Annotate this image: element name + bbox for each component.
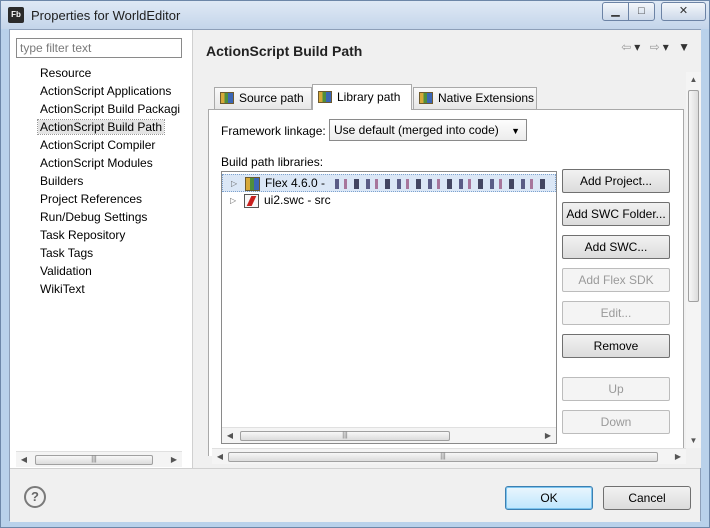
- nav-item-actionscript-modules[interactable]: ActionScript Modules: [10, 154, 192, 172]
- scroll-right-icon[interactable]: ▶: [166, 452, 182, 468]
- nav-item-label: WikiText: [40, 282, 85, 296]
- framework-linkage-value: Use default (merged into code): [334, 123, 499, 137]
- nav-item-label: ActionScript Compiler: [40, 138, 156, 152]
- help-icon[interactable]: ?: [24, 486, 46, 508]
- scroll-left-icon[interactable]: ◀: [212, 449, 228, 465]
- window-title: Properties for WorldEditor: [31, 8, 181, 23]
- property-pages-list: Resource ActionScript Applications Actio…: [10, 64, 192, 298]
- nav-item-actionscript-applications[interactable]: ActionScript Applications: [10, 82, 192, 100]
- tab-label: Native Extensions: [438, 91, 535, 105]
- view-menu-icon[interactable]: ▼: [678, 40, 693, 54]
- tree-item-label: ui2.swc - src: [264, 193, 331, 207]
- scrollbar-thumb[interactable]: [688, 90, 699, 302]
- build-path-libraries-label: Build path libraries:: [221, 155, 324, 169]
- framework-linkage-label: Framework linkage:: [221, 124, 326, 138]
- add-project-button[interactable]: Add Project...: [562, 169, 670, 193]
- nav-item-actionscript-build-packaging[interactable]: ActionScript Build Packagi: [10, 100, 192, 118]
- page-vscrollbar[interactable]: ▲ ▼: [686, 72, 701, 448]
- tab-native-extensions[interactable]: Native Extensions: [413, 87, 537, 109]
- scroll-up-icon[interactable]: ▲: [686, 72, 701, 87]
- up-button[interactable]: Up: [562, 377, 670, 401]
- expand-arrow-icon[interactable]: ▷: [230, 192, 236, 209]
- library-icon: [318, 91, 332, 103]
- cancel-button[interactable]: Cancel: [603, 486, 691, 510]
- page-content-pane: ActionScript Build Path ⇦▾ ⇨▾ ▼ Source p…: [194, 30, 701, 468]
- nav-item-label: Builders: [40, 174, 84, 188]
- nav-item-resource[interactable]: Resource: [10, 64, 192, 82]
- nav-item-builders[interactable]: Builders: [10, 172, 192, 190]
- scroll-down-icon[interactable]: ▼: [686, 433, 701, 448]
- scroll-left-icon[interactable]: ◀: [222, 428, 238, 444]
- nav-item-label: Resource: [40, 66, 92, 80]
- left-pane-hscrollbar[interactable]: ◀ ||| ▶: [16, 451, 182, 467]
- library-icon: [419, 92, 433, 104]
- framework-linkage-select[interactable]: Use default (merged into code) ▼: [329, 119, 527, 141]
- dialog-button-bar: ? OK Cancel: [10, 468, 700, 522]
- nav-item-wikitext[interactable]: WikiText: [10, 280, 192, 298]
- nav-item-validation[interactable]: Validation: [10, 262, 192, 280]
- scrollbar-thumb[interactable]: |||: [240, 431, 450, 441]
- scrollbar-thumb[interactable]: |||: [35, 455, 153, 465]
- library-path-panel: Framework linkage: Use default (merged i…: [208, 109, 684, 456]
- add-swc-button[interactable]: Add SWC...: [562, 235, 670, 259]
- scrollbar-thumb[interactable]: |||: [228, 452, 658, 462]
- tree-item-label: Flex 4.6.0 -: [265, 176, 326, 190]
- page-hscrollbar[interactable]: ◀ ||| ▶: [212, 448, 686, 464]
- page-title: ActionScript Build Path: [206, 43, 363, 59]
- nav-item-label: ActionScript Build Packagi: [40, 102, 181, 116]
- tree-hscrollbar[interactable]: ◀ ||| ▶: [222, 427, 556, 443]
- source-folder-icon: [220, 92, 234, 104]
- add-swc-folder-button[interactable]: Add SWC Folder...: [562, 202, 670, 226]
- nav-item-actionscript-compiler[interactable]: ActionScript Compiler: [10, 136, 192, 154]
- nav-item-label: ActionScript Applications: [40, 84, 172, 98]
- title-bar[interactable]: Fb Properties for WorldEditor ▁ □ ✕: [1, 1, 709, 29]
- add-flex-sdk-button[interactable]: Add Flex SDK: [562, 268, 670, 292]
- nav-item-actionscript-build-path[interactable]: ActionScript Build Path: [10, 118, 192, 136]
- build-path-libraries-tree[interactable]: ▷ Flex 4.6.0 - ▷ ui2.swc - src ◀ ||| ▶: [221, 171, 557, 444]
- nav-item-label: ActionScript Modules: [40, 156, 153, 170]
- minimize-button[interactable]: ▁: [602, 2, 629, 21]
- dialog-client: Resource ActionScript Applications Actio…: [9, 29, 701, 522]
- ok-button[interactable]: OK: [505, 486, 593, 510]
- tab-library-path[interactable]: Library path: [312, 84, 412, 110]
- tab-label: Library path: [337, 90, 401, 104]
- down-button[interactable]: Down: [562, 410, 670, 434]
- swc-file-icon: [244, 194, 259, 208]
- tree-item-ui2-swc[interactable]: ▷ ui2.swc - src: [222, 192, 556, 210]
- forward-arrow-icon[interactable]: ⇨: [650, 40, 663, 54]
- nav-item-run-debug-settings[interactable]: Run/Debug Settings: [10, 208, 192, 226]
- remove-button[interactable]: Remove: [562, 334, 670, 358]
- tab-label: Source path: [239, 91, 304, 105]
- chevron-down-icon: ▼: [511, 126, 520, 136]
- nav-item-label: ActionScript Build Path: [36, 119, 166, 135]
- scroll-right-icon[interactable]: ▶: [670, 449, 686, 465]
- nav-item-label: Project References: [40, 192, 143, 206]
- expand-arrow-icon[interactable]: ▷: [231, 175, 237, 192]
- back-dropdown-icon[interactable]: ▾: [634, 40, 643, 54]
- tree-item-flex-sdk[interactable]: ▷ Flex 4.6.0 -: [222, 174, 556, 192]
- nav-item-label: Task Repository: [40, 228, 126, 242]
- scroll-left-icon[interactable]: ◀: [16, 452, 32, 468]
- maximize-button[interactable]: □: [628, 2, 655, 21]
- redacted-path: [335, 179, 551, 189]
- properties-window: Fb Properties for WorldEditor ▁ □ ✕ Reso…: [0, 0, 710, 528]
- close-button[interactable]: ✕: [661, 2, 706, 21]
- nav-item-label: Run/Debug Settings: [40, 210, 148, 224]
- tab-source-path[interactable]: Source path: [214, 87, 312, 109]
- nav-item-task-tags[interactable]: Task Tags: [10, 244, 192, 262]
- filter-input[interactable]: [16, 38, 182, 58]
- nav-item-task-repository[interactable]: Task Repository: [10, 226, 192, 244]
- scroll-right-icon[interactable]: ▶: [540, 428, 556, 444]
- nav-item-project-references[interactable]: Project References: [10, 190, 192, 208]
- nav-item-label: Validation: [40, 264, 92, 278]
- nav-item-label: Task Tags: [40, 246, 94, 260]
- back-arrow-icon[interactable]: ⇦: [621, 40, 634, 54]
- app-icon: Fb: [8, 7, 24, 23]
- flex-sdk-icon: [245, 177, 260, 191]
- property-pages-pane: Resource ActionScript Applications Actio…: [10, 30, 193, 468]
- page-history-nav: ⇦▾ ⇨▾ ▼: [621, 40, 693, 54]
- edit-button[interactable]: Edit...: [562, 301, 670, 325]
- build-path-content: Source path Library path Native Extensio…: [208, 72, 684, 456]
- forward-dropdown-icon[interactable]: ▾: [663, 40, 672, 54]
